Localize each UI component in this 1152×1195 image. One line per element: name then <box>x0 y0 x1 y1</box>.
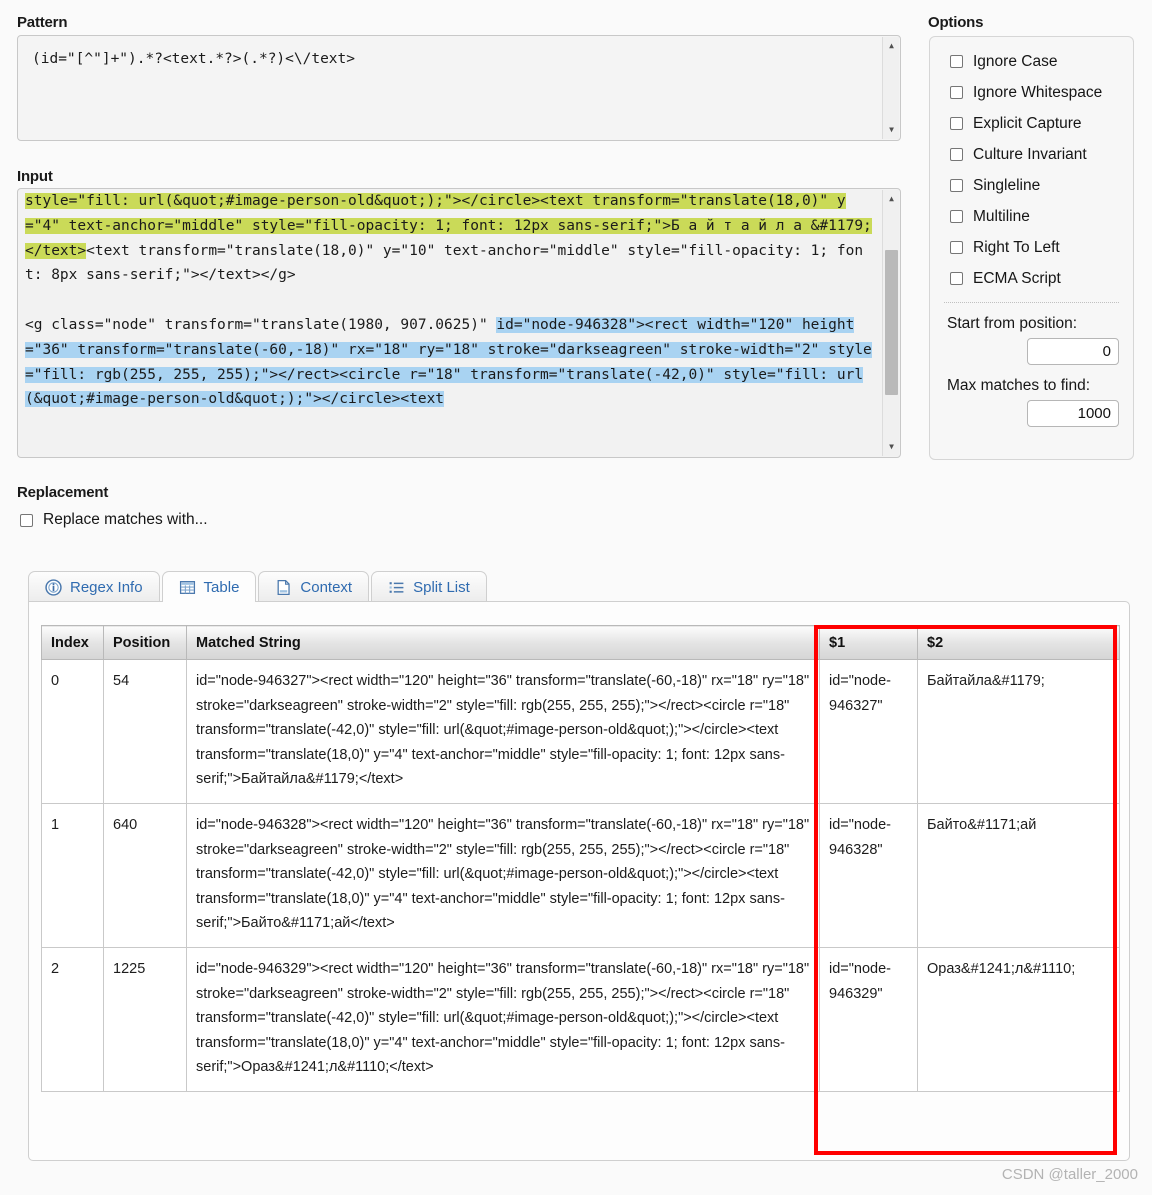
info-icon <box>45 578 62 596</box>
cell-group-1: id="node-946327" <box>819 659 918 804</box>
option-row-singleline[interactable]: Singleline <box>930 170 1133 201</box>
table-row[interactable]: 2 1225 id="node-946329"><rect width="120" … <box>41 946 1120 1092</box>
replace-matches-checkbox-row[interactable]: Replace matches with... <box>20 511 208 529</box>
scroll-up-icon[interactable]: ▲ <box>883 192 900 206</box>
cell-index: 1 <box>41 802 104 948</box>
replace-matches-checkbox[interactable] <box>20 513 33 527</box>
tab-label: Regex Info <box>70 578 143 596</box>
option-checkbox[interactable] <box>950 241 963 254</box>
scroll-up-icon[interactable]: ▲ <box>883 39 900 53</box>
column-header-1[interactable]: $1 <box>819 625 918 660</box>
cell-position: 640 <box>103 802 187 948</box>
column-header-matchedstring[interactable]: Matched String <box>186 625 820 660</box>
tab-label: Table <box>203 578 240 596</box>
table-header-row: Index Position Matched String $1 $2 <box>41 625 1120 660</box>
tab-context[interactable]: Context <box>258 571 370 602</box>
max-matches-label: Max matches to find: <box>947 377 1091 394</box>
cell-matched-string: id="node-946327"><rect width="120" heigh… <box>186 659 820 804</box>
tab-label: Context <box>300 578 353 596</box>
matches-table: Index Position Matched String $1 $2 0 54 id="n… <box>41 625 1120 1092</box>
cell-matched-string: id="node-946328"><rect width="120" heigh… <box>186 802 820 948</box>
cell-group-2: Ораз&#1241;л&#1110; <box>917 946 1120 1092</box>
options-section-label: Options <box>928 14 984 31</box>
option-row-ignore-whitespace[interactable]: Ignore Whitespace <box>930 77 1133 108</box>
cell-index: 0 <box>41 659 104 804</box>
column-header-index[interactable]: Index <box>41 625 104 660</box>
max-matches-input[interactable]: 1000 <box>1027 400 1119 427</box>
option-row-ecma-script[interactable]: ECMA Script <box>930 263 1133 294</box>
option-checkbox[interactable] <box>950 148 963 161</box>
pattern-text[interactable]: (id="[^"]+").*?<text.*?>(.*?)<\/text> <box>18 36 900 72</box>
option-row-culture-invariant[interactable]: Culture Invariant <box>930 139 1133 170</box>
column-header-2[interactable]: $2 <box>917 625 1120 660</box>
results-panel: Index Position Matched String $1 $2 0 54 id="n… <box>28 601 1130 1161</box>
option-label: Ignore Whitespace <box>973 83 1103 101</box>
pattern-input[interactable]: (id="[^"]+").*?<text.*?>(.*?)<\/text> ▲ … <box>17 35 901 141</box>
table-row[interactable]: 1 640 id="node-946328"><rect width="120" h… <box>41 802 1120 948</box>
cell-position: 54 <box>103 659 187 804</box>
option-label: Singleline <box>973 176 1041 194</box>
scroll-down-icon[interactable]: ▼ <box>883 123 900 137</box>
table-row[interactable]: 0 54 id="node-946327"><rect width="120" he… <box>41 659 1120 804</box>
cell-group-1: id="node-946329" <box>819 946 918 1092</box>
option-label: ECMA Script <box>973 269 1061 287</box>
option-checkbox[interactable] <box>950 272 963 285</box>
option-checkbox[interactable] <box>950 210 963 223</box>
input-scrollbar[interactable]: ▲ ▼ <box>882 190 899 456</box>
option-checkbox[interactable] <box>950 117 963 130</box>
option-checkbox[interactable] <box>950 55 963 68</box>
input-textarea[interactable]: style="fill: url(&quot;#image-person-old… <box>17 188 901 458</box>
option-label: Culture Invariant <box>973 145 1087 163</box>
option-row-right-to-left[interactable]: Right To Left <box>930 232 1133 263</box>
option-row-ignore-case[interactable]: Ignore Case <box>930 46 1133 77</box>
tab-table[interactable]: Table <box>161 571 257 602</box>
results-tab-bar[interactable]: Regex Info Table Context Split List <box>28 571 487 602</box>
cell-group-2: Байтайла&#1179; <box>917 659 1120 804</box>
cell-group-2: Байто&#1171;ай <box>917 802 1120 948</box>
options-panel: Ignore Case Ignore Whitespace Explicit Cap… <box>929 36 1134 460</box>
input-text[interactable]: style="fill: url(&quot;#image-person-old… <box>18 189 900 412</box>
tab-split-list[interactable]: Split List <box>371 571 487 602</box>
table-body: 0 54 id="node-946327"><rect width="120" he… <box>41 659 1120 1092</box>
option-label: Multiline <box>973 207 1030 225</box>
tab-regex-info[interactable]: Regex Info <box>28 571 160 602</box>
option-checkbox[interactable] <box>950 179 963 192</box>
column-header-position[interactable]: Position <box>103 625 187 660</box>
option-label: Right To Left <box>973 238 1060 256</box>
options-checkbox-list: Ignore Case Ignore Whitespace Explicit Cap… <box>930 37 1133 294</box>
tab-label: Split List <box>413 578 470 596</box>
option-label: Ignore Case <box>973 52 1058 70</box>
cell-position: 1225 <box>103 946 187 1092</box>
option-label: Explicit Capture <box>973 114 1082 132</box>
start-position-label: Start from position: <box>947 315 1078 332</box>
document-icon <box>275 579 292 596</box>
cell-index: 2 <box>41 946 104 1092</box>
pattern-section-label: Pattern <box>17 14 68 31</box>
option-row-explicit-capture[interactable]: Explicit Capture <box>930 108 1133 139</box>
table-icon <box>179 579 196 596</box>
regex-tester-page: Pattern (id="[^"]+").*?<text.*?>(.*?)<\/… <box>0 0 1152 1195</box>
scrollbar-thumb[interactable] <box>885 250 898 395</box>
scroll-down-icon[interactable]: ▼ <box>883 440 900 454</box>
cell-matched-string: id="node-946329"><rect width="120" heigh… <box>186 946 820 1092</box>
replacement-section-label: Replacement <box>17 484 109 501</box>
replace-matches-label: Replace matches with... <box>43 511 208 528</box>
input-section-label: Input <box>17 168 53 185</box>
list-icon <box>388 579 405 596</box>
cell-group-1: id="node-946328" <box>819 802 918 948</box>
pattern-scrollbar[interactable]: ▲ ▼ <box>882 37 899 139</box>
option-row-multiline[interactable]: Multiline <box>930 201 1133 232</box>
watermark: CSDN @taller_2000 <box>1001 1166 1138 1183</box>
start-position-input[interactable]: 0 <box>1027 338 1119 365</box>
option-checkbox[interactable] <box>950 86 963 99</box>
